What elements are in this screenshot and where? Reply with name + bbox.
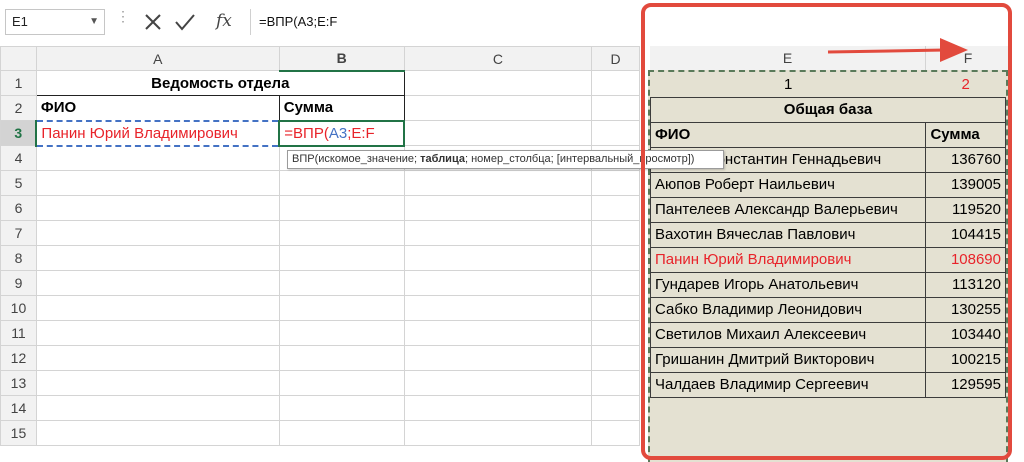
column-header-a[interactable]: A xyxy=(35,46,280,71)
cell[interactable] xyxy=(403,245,593,271)
column-header-b[interactable]: B xyxy=(278,46,405,72)
cell[interactable] xyxy=(403,270,593,296)
cell[interactable] xyxy=(403,195,593,221)
spreadsheet-grid: A B C D 1 Ведомость отдела 2 ФИО Сумма 3… xyxy=(0,46,640,462)
cell[interactable] xyxy=(591,395,640,421)
chevron-down-icon[interactable]: ▼ xyxy=(89,10,99,34)
cancel-icon[interactable] xyxy=(145,14,161,30)
cell[interactable] xyxy=(591,70,640,96)
formula-prefix: =ВПР( xyxy=(284,124,329,142)
lookup-value-cell[interactable]: Панин Юрий Владимирович xyxy=(35,119,281,147)
cell[interactable] xyxy=(591,195,640,221)
cell[interactable] xyxy=(591,245,640,271)
cell[interactable] xyxy=(35,220,280,246)
formula-ref-ef: E:F xyxy=(351,124,375,142)
cell[interactable] xyxy=(403,170,593,196)
cell[interactable] xyxy=(591,345,640,371)
row-header[interactable]: 11 xyxy=(0,320,37,346)
arrow-right-icon xyxy=(827,38,968,62)
name-box-value: E1 xyxy=(12,14,28,29)
cell[interactable] xyxy=(403,370,593,396)
tooltip-arg2-current[interactable]: таблица xyxy=(420,153,465,165)
cell[interactable] xyxy=(591,420,640,446)
cell[interactable] xyxy=(591,270,640,296)
formula-input[interactable]: =ВПР(A3;E:F xyxy=(250,9,635,35)
row-header[interactable]: 14 xyxy=(0,395,37,421)
row-header[interactable]: 2 xyxy=(0,95,37,121)
cell[interactable] xyxy=(35,420,280,446)
highlight-frame xyxy=(641,3,1012,460)
cell[interactable] xyxy=(591,320,640,346)
cell[interactable] xyxy=(591,170,640,196)
cell[interactable] xyxy=(35,145,280,171)
cell[interactable] xyxy=(278,220,405,246)
cell[interactable] xyxy=(403,120,593,146)
select-all-corner[interactable] xyxy=(0,46,37,71)
cell[interactable] xyxy=(278,420,405,446)
row-header[interactable]: 8 xyxy=(0,245,37,271)
cell[interactable] xyxy=(591,295,640,321)
cell[interactable] xyxy=(591,95,640,121)
cell[interactable] xyxy=(403,295,593,321)
cell[interactable] xyxy=(591,220,640,246)
cell[interactable] xyxy=(35,195,280,221)
column-header-c[interactable]: C xyxy=(403,46,593,71)
row-header[interactable]: 9 xyxy=(0,270,37,296)
cell[interactable] xyxy=(278,320,405,346)
row-header[interactable]: 1 xyxy=(0,70,37,96)
cell[interactable] xyxy=(403,345,593,371)
cell[interactable] xyxy=(278,195,405,221)
cell[interactable] xyxy=(278,245,405,271)
insert-function-icon[interactable]: fx xyxy=(216,11,232,31)
cell[interactable] xyxy=(35,270,280,296)
cell[interactable] xyxy=(278,345,405,371)
cell[interactable] xyxy=(591,120,640,146)
cell[interactable] xyxy=(403,420,593,446)
row-header[interactable]: 15 xyxy=(0,420,37,446)
cell[interactable] xyxy=(278,270,405,296)
row-header[interactable]: 13 xyxy=(0,370,37,396)
formula-ref-a3: A3 xyxy=(328,124,348,142)
cell[interactable] xyxy=(278,395,405,421)
active-formula-cell[interactable]: =ВПР(A3;E:F xyxy=(278,119,406,147)
tooltip-fn: ВПР( xyxy=(292,153,319,165)
cell[interactable] xyxy=(403,220,593,246)
row-header[interactable]: 12 xyxy=(0,345,37,371)
cell[interactable] xyxy=(403,70,593,96)
cell[interactable] xyxy=(403,95,593,121)
row-header[interactable]: 4 xyxy=(0,145,37,171)
enter-check-icon[interactable] xyxy=(175,14,195,31)
sheet-title-cell[interactable]: Ведомость отдела xyxy=(35,70,405,96)
cell[interactable] xyxy=(591,370,640,396)
cell[interactable] xyxy=(35,245,280,271)
formula-buttons: fx xyxy=(132,9,244,35)
row-header[interactable]: 3 xyxy=(0,120,38,146)
cell[interactable] xyxy=(278,370,405,396)
row-header[interactable]: 7 xyxy=(0,220,37,246)
row-header[interactable]: 10 xyxy=(0,295,37,321)
tooltip-arg3[interactable]: номер_столбца xyxy=(471,153,551,165)
cell[interactable] xyxy=(35,395,280,421)
cell[interactable] xyxy=(278,170,405,196)
cell[interactable] xyxy=(35,345,280,371)
cell[interactable] xyxy=(403,395,593,421)
column-header-d[interactable]: D xyxy=(591,46,640,71)
header-fio-cell[interactable]: ФИО xyxy=(35,95,280,121)
row-header[interactable]: 5 xyxy=(0,170,37,196)
name-box[interactable]: E1 ▼ xyxy=(5,9,105,35)
cell[interactable] xyxy=(35,320,280,346)
cell[interactable] xyxy=(35,295,280,321)
formula-bar-grip-icon: ⋮ xyxy=(116,8,130,24)
cell[interactable] xyxy=(278,295,405,321)
cell[interactable] xyxy=(403,320,593,346)
header-sum-cell[interactable]: Сумма xyxy=(278,95,405,121)
tooltip-arg1[interactable]: искомое_значение xyxy=(318,153,414,165)
cell[interactable] xyxy=(35,370,280,396)
cell[interactable] xyxy=(35,170,280,196)
row-header[interactable]: 6 xyxy=(0,195,37,221)
